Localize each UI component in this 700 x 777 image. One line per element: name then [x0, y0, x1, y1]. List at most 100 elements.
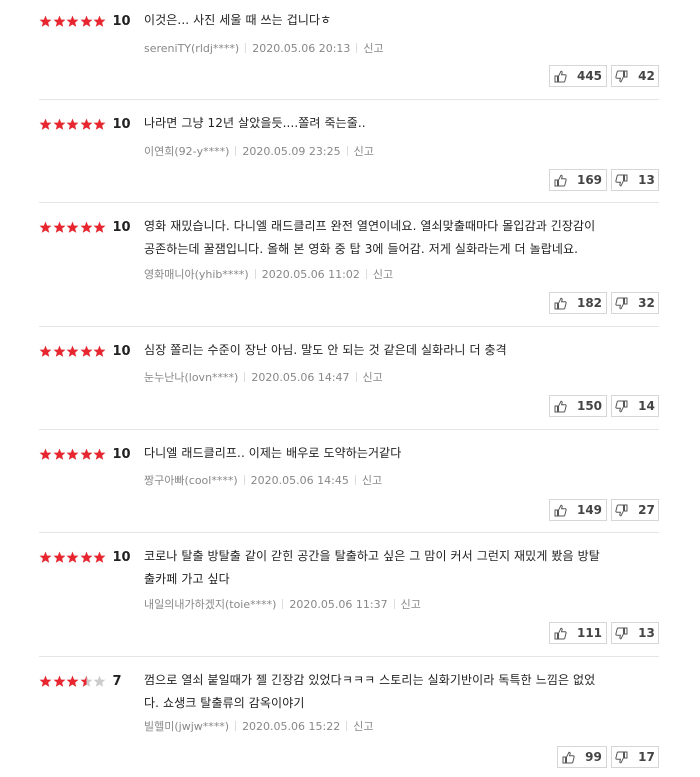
like-count: 169 — [576, 173, 603, 187]
vote-buttons: 111 13 — [549, 622, 659, 644]
like-button[interactable]: 182 — [549, 292, 607, 314]
rating: 10 — [39, 548, 131, 566]
review-text: 나라면 그냥 12년 살았을듯....쫄려 죽는줄.. — [144, 112, 649, 135]
meta-divider — [245, 43, 247, 53]
author-name[interactable]: 이연희(92-y****) — [144, 143, 229, 159]
like-button[interactable]: 99 — [557, 746, 607, 768]
review-date: 2020.05.06 14:45 — [250, 473, 349, 487]
review-date: 2020.05.06 11:37 — [289, 597, 388, 611]
meta-divider — [356, 43, 358, 53]
review-text-line: 출카페 가고 싶다 — [144, 572, 230, 586]
report-link[interactable]: 신고 — [354, 143, 374, 159]
dislike-button[interactable]: 13 — [611, 622, 659, 644]
star-rating — [39, 15, 107, 28]
divider — [39, 429, 659, 430]
vote-buttons: 150 14 — [549, 395, 659, 417]
star-icon — [80, 448, 93, 461]
review-text: 영화 재밌습니다. 다니엘 래드클리프 완전 열연이네요. 열쇠맞출때마다 몰입… — [144, 215, 649, 261]
star-rating — [39, 221, 107, 234]
rating: 10 — [39, 445, 131, 463]
vote-buttons: 149 27 — [549, 499, 659, 521]
report-link[interactable]: 신고 — [363, 369, 383, 385]
review-meta: sereniTY(rldj****) 2020.05.06 20:13 신고 — [144, 40, 384, 56]
star-icon — [53, 221, 66, 234]
review-text: 코로나 탈출 방탈출 같이 갇힌 공간을 탈출하고 싶은 그 맘이 커서 그런지… — [144, 545, 649, 591]
rating: 10 — [39, 218, 131, 236]
like-button[interactable]: 149 — [549, 499, 607, 521]
vote-buttons: 182 32 — [549, 292, 659, 314]
thumbs-up-icon — [562, 751, 580, 764]
like-button[interactable]: 150 — [549, 395, 607, 417]
star-icon — [53, 345, 66, 358]
star-icon — [66, 345, 79, 358]
author-name[interactable]: 눈누난나(lovn****) — [144, 369, 238, 385]
star-icon — [66, 551, 79, 564]
like-button[interactable]: 111 — [549, 622, 607, 644]
dislike-button[interactable]: 27 — [611, 499, 659, 521]
thumbs-down-icon — [615, 400, 633, 413]
star-icon — [39, 118, 52, 131]
review-date: 2020.05.09 23:25 — [242, 144, 341, 158]
divider — [39, 532, 659, 533]
review-text-line: 공존하는데 꿀잼입니다. 올해 본 영화 중 탑 3에 들어감. 저게 실화라는… — [144, 242, 579, 256]
review-text: 껌으로 열쇠 붙일때가 젤 긴장감 있었다ㅋㅋㅋ 스토리는 실화기반이라 독특한… — [144, 669, 649, 715]
dislike-button[interactable]: 17 — [611, 746, 659, 768]
review-item: 10 나라면 그냥 12년 살았을듯....쫄려 죽는줄.. 이연희(92-y*… — [39, 115, 659, 193]
meta-divider — [243, 475, 245, 485]
review-date: 2020.05.06 14:47 — [251, 370, 350, 384]
report-link[interactable]: 신고 — [401, 596, 421, 612]
author-name[interactable]: 내일의내가하겠지(toie****) — [144, 596, 276, 612]
thumbs-up-icon — [554, 70, 572, 83]
thumbs-down-icon — [615, 297, 633, 310]
vote-buttons: 99 17 — [557, 746, 659, 768]
author-name[interactable]: 영화매니아(yhib****) — [144, 266, 249, 282]
dislike-count: 27 — [638, 503, 655, 517]
like-count: 111 — [576, 626, 603, 640]
review-date: 2020.05.06 15:22 — [242, 719, 341, 733]
star-icon — [80, 15, 93, 28]
rating-score: 10 — [112, 446, 131, 462]
report-link[interactable]: 신고 — [362, 472, 382, 488]
star-icon — [93, 118, 106, 131]
like-button[interactable]: 445 — [549, 65, 607, 87]
star-icon — [80, 675, 93, 688]
author-name[interactable]: 빌헬미(jwjw****) — [144, 718, 229, 734]
review-text-line: 코로나 탈출 방탈출 같이 갇힌 공간을 탈출하고 싶은 그 맘이 커서 그런지… — [144, 549, 600, 563]
report-link[interactable]: 신고 — [353, 718, 373, 734]
vote-buttons: 169 13 — [549, 169, 659, 191]
review-meta: 영화매니아(yhib****) 2020.05.06 11:02 신고 — [144, 266, 393, 282]
star-icon — [53, 15, 66, 28]
review-item: 10 이것은... 사진 세울 때 쓰는 겁니다ㅎ sereniTY(rldj*… — [39, 12, 659, 90]
meta-divider — [354, 475, 356, 485]
star-icon — [80, 221, 93, 234]
like-count: 150 — [576, 399, 603, 413]
star-icon — [53, 675, 66, 688]
dislike-button[interactable]: 14 — [611, 395, 659, 417]
star-rating — [39, 118, 107, 131]
dislike-button[interactable]: 42 — [611, 65, 659, 87]
meta-divider — [346, 721, 348, 731]
review-text-line: 다니엘 래드클리프.. 이제는 배우로 도약하는거같다 — [144, 446, 402, 460]
divider — [39, 202, 659, 203]
review-text: 다니엘 래드클리프.. 이제는 배우로 도약하는거같다 — [144, 442, 649, 465]
review-meta: 눈누난나(lovn****) 2020.05.06 14:47 신고 — [144, 369, 383, 385]
like-button[interactable]: 169 — [549, 169, 607, 191]
star-icon — [66, 448, 79, 461]
vote-buttons: 445 42 — [549, 65, 659, 87]
dislike-button[interactable]: 13 — [611, 169, 659, 191]
author-name[interactable]: sereniTY(rldj****) — [144, 42, 239, 55]
star-icon — [39, 345, 52, 358]
dislike-count: 17 — [638, 750, 655, 764]
meta-divider — [365, 269, 367, 279]
dislike-button[interactable]: 32 — [611, 292, 659, 314]
rating-score: 10 — [112, 219, 131, 235]
dislike-count: 14 — [638, 399, 655, 413]
star-icon — [93, 448, 106, 461]
star-icon — [66, 15, 79, 28]
report-link[interactable]: 신고 — [373, 266, 393, 282]
author-name[interactable]: 짱구아빠(cool****) — [144, 472, 238, 488]
star-icon — [80, 551, 93, 564]
review-date: 2020.05.06 11:02 — [261, 267, 360, 281]
report-link[interactable]: 신고 — [363, 40, 383, 56]
thumbs-up-icon — [554, 297, 572, 310]
